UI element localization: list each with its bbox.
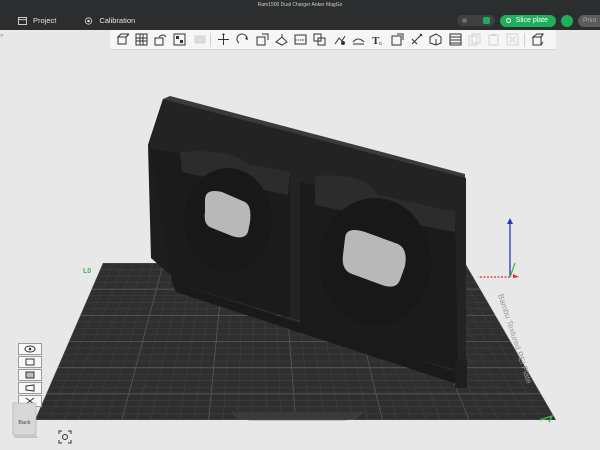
navigation-cube[interactable]: Back [11,401,38,439]
main-toolbar: To [110,30,556,50]
move-icon [217,33,229,45]
add-plate-icon [135,33,148,46]
assembly-icon [429,33,442,46]
slice-plate-label: Slice plate [515,17,548,24]
tab-project[interactable]: Project [0,11,66,30]
split-icon [194,35,206,44]
bed-front-edge [231,411,363,421]
add-object-button[interactable] [114,32,130,48]
text-icon: To [372,35,382,46]
3d-viewport[interactable]: L0 Bambu Textured PEI Plate [0,50,600,450]
view-button[interactable] [529,32,545,48]
slice-plate-button[interactable]: Slice plate [499,14,556,27]
slice-icon [505,18,511,23]
seam-paint-button[interactable] [351,32,367,48]
collapse-sidebar-icon[interactable]: » [0,33,3,39]
add-plate-button[interactable] [133,32,149,48]
toggle-on-icon [482,17,490,24]
menu-bar: Project Calibration Slice plate Print [0,11,600,30]
support-paint-icon [334,35,346,45]
measure-icon [411,33,423,45]
svg-text:o: o [379,41,382,46]
assembly-button[interactable] [428,32,444,48]
scene-canvas: L0 Bambu Textured PEI Plate [35,96,556,423]
navcube-face-label: Back [18,420,31,426]
mesh-boolean-button[interactable] [312,32,328,48]
toolbar-separator [210,32,212,47]
window-title: Ram1500 Dual Charger Anker MagGo [0,0,600,11]
seam-paint-icon [352,38,365,45]
color-paint-icon [391,33,404,46]
lay-on-face-icon [274,34,288,46]
variable-layer-icon [449,33,462,46]
zoom-fit-button[interactable] [58,430,72,444]
paste-button[interactable] [486,32,502,48]
arrange-icon [173,33,186,46]
view-icon [531,33,544,46]
eye-icon [24,345,36,353]
copy-button[interactable] [466,32,482,48]
print-plate-button[interactable]: Print [578,14,600,27]
bed-corner-label: L0 [83,268,91,275]
rotate-icon [236,33,249,44]
copy-icon [468,33,481,46]
variable-layer-button[interactable] [447,32,463,48]
support-paint-button[interactable] [331,32,347,48]
view-iso-button[interactable] [18,343,42,355]
cut-button[interactable] [293,32,309,48]
arrange-button[interactable] [172,32,188,48]
tab-project-label: Project [33,16,57,25]
left-view-icon [25,384,35,392]
lay-on-face-button[interactable] [273,32,289,48]
toolbar-separator [524,32,526,47]
text-button[interactable]: To [370,32,386,48]
auto-orient-button[interactable] [153,32,169,48]
toggle-off-icon [461,18,467,23]
view-left-button[interactable] [18,382,42,394]
calibration-icon [85,16,93,25]
add-object-icon [116,33,129,45]
top-view-icon [25,358,35,366]
paste-icon [488,34,499,46]
slice-dropdown-button[interactable] [561,14,573,27]
scale-icon [256,33,269,46]
measure-button[interactable] [408,32,424,48]
split-button[interactable] [191,32,207,48]
mesh-boolean-icon [313,33,326,46]
axis-gizmo [478,218,519,278]
tab-calibration-label: Calibration [99,16,136,25]
delete-icon [506,33,519,46]
view-mode-toggle[interactable] [456,15,495,26]
view-top-button[interactable] [18,356,42,368]
menu-right-controls: Slice plate Print [456,11,600,30]
delete-button[interactable] [505,32,521,48]
view-front-button[interactable] [18,369,42,381]
zoom-fit-icon [58,430,72,444]
front-view-icon [25,371,35,379]
project-icon [18,16,27,25]
cut-icon [294,34,307,45]
tab-calibration[interactable]: Calibration [66,11,145,30]
move-button[interactable] [215,32,231,48]
scale-button[interactable] [254,32,270,48]
auto-orient-icon [154,34,167,46]
view-buttons [18,343,42,407]
color-paint-button[interactable] [389,32,405,48]
rotate-button[interactable] [235,32,251,48]
bambu-studio-window: Ram1500 Dual Charger Anker MagGo Project… [0,0,600,450]
